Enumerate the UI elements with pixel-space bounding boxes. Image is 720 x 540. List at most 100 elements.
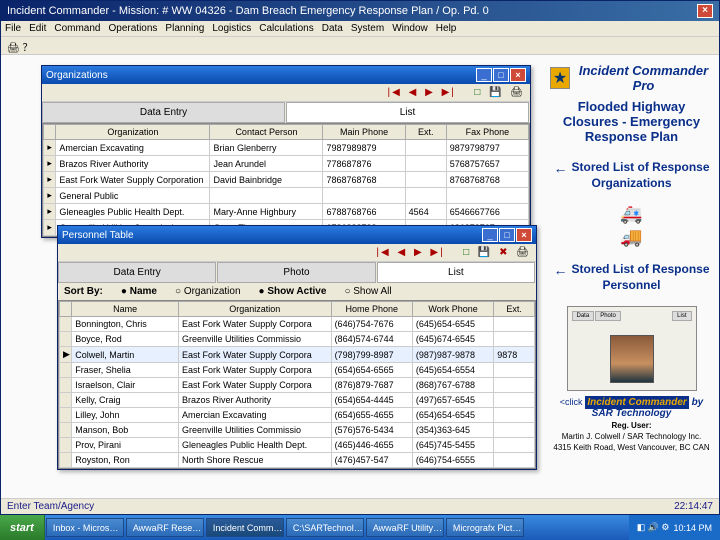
print-icon[interactable]: 🖨 (510, 87, 525, 98)
main-toolbar: 🖨 ？ (1, 37, 719, 55)
menu-operations[interactable]: Operations (109, 23, 158, 34)
maximize-icon[interactable]: □ (499, 228, 515, 242)
reg-addr: 4315 Keith Road, West Vancouver, BC CAN (550, 443, 713, 452)
status-clock: 22:14:47 (674, 501, 713, 512)
taskbar-item[interactable]: AwwaRF Utility… (366, 518, 444, 537)
footer-logo: <click Incident Commander by SAR Technol… (550, 397, 713, 419)
table-row[interactable]: Prov, PiraniGleneagles Public Health Dep… (60, 438, 535, 453)
nav-first-icon[interactable]: |◀ (376, 247, 390, 258)
table-row[interactable]: ▸Gleneagles Public Health Dept.Mary-Anne… (44, 204, 529, 220)
close-icon[interactable]: × (516, 228, 532, 242)
nav-first-icon[interactable]: |◀ (388, 87, 402, 98)
sort-org[interactable]: Organization (175, 286, 241, 297)
menu-planning[interactable]: Planning (165, 23, 204, 34)
start-button[interactable]: start (0, 515, 45, 540)
main-title: Incident Commander - Mission: # WW 04326… (7, 5, 489, 17)
minimize-icon[interactable]: _ (482, 228, 498, 242)
menubar: File Edit Command Operations Planning Lo… (1, 21, 719, 37)
nav-next-icon[interactable]: ▶ (425, 87, 435, 98)
table-row[interactable]: Manson, BobGreenville Utilities Commissi… (60, 423, 535, 438)
table-row[interactable]: ▸Amercian ExcavatingBrian Glenberry79879… (44, 140, 529, 156)
table-row[interactable]: Boyce, RodGreenville Utilities Commissio… (60, 332, 535, 347)
taskbar-item[interactable]: Micrografx Pict… (446, 518, 524, 537)
close-icon[interactable]: × (510, 68, 526, 82)
plan-title: Flooded Highway Closures - Emergency Res… (550, 99, 713, 144)
arrow-left-icon: ← (553, 262, 567, 278)
tray-clock: 10:14 PM (673, 523, 712, 533)
product-name: Incident Commander Pro (574, 63, 713, 93)
menu-window[interactable]: Window (392, 23, 428, 34)
sort-name[interactable]: Name (121, 286, 157, 297)
nav-prev-icon[interactable]: ◀ (409, 87, 419, 98)
show-all[interactable]: Show All (344, 286, 391, 297)
save-icon[interactable]: 💾 (489, 87, 503, 98)
org-toolbar: |◀ ◀ ▶ ▶| □ 💾 🖨 (42, 84, 530, 102)
photo-preview: DataPhotoList (567, 306, 697, 391)
maximize-icon[interactable]: □ (493, 68, 509, 82)
pers-titlebar[interactable]: Personnel Table _ □ × (58, 226, 536, 244)
status-left: Enter Team/Agency (7, 501, 94, 512)
person-photo (610, 335, 654, 383)
table-row[interactable]: ▸East Fork Water Supply CorporationDavid… (44, 172, 529, 188)
show-active[interactable]: Show Active (259, 286, 327, 297)
annotation-pers: ←Stored List of Response Personnel (550, 262, 713, 292)
table-row[interactable]: Royston, RonNorth Shore Rescue(476)457-5… (60, 453, 535, 468)
reg-user: Martin J. Colwell / SAR Technology Inc. (550, 432, 713, 441)
table-row[interactable]: Kelly, CraigBrazos River Authority(654)6… (60, 393, 535, 408)
status-bar: Enter Team/Agency 22:14:47 (1, 498, 719, 514)
nav-last-icon[interactable]: ▶| (442, 87, 456, 98)
menu-edit[interactable]: Edit (29, 23, 46, 34)
pers-title: Personnel Table (62, 230, 134, 241)
taskbar-item[interactable]: AwwaRF Rese… (126, 518, 204, 537)
pers-grid[interactable]: Name Organization Home Phone Work Phone … (58, 300, 536, 469)
reg-label: Reg. User: (611, 421, 651, 430)
table-row[interactable]: Fraser, SheliaEast Fork Water Supply Cor… (60, 363, 535, 378)
taskbar-item[interactable]: Inbox - Micros… (46, 518, 124, 537)
info-panel: Incident Commander Pro Flooded Highway C… (544, 55, 719, 498)
pers-tab-list[interactable]: List (377, 262, 535, 283)
menu-help[interactable]: Help (436, 23, 457, 34)
table-row[interactable]: Lilley, JohnAmercian Excavating(654)655-… (60, 408, 535, 423)
table-row[interactable]: ▸Brazos River AuthorityJean Arundel77868… (44, 156, 529, 172)
organizations-window: Organizations _ □ × |◀ ◀ ▶ ▶| □ 💾 🖨 Data… (41, 65, 531, 238)
pers-tab-entry[interactable]: Data Entry (58, 262, 216, 283)
pers-tab-photo[interactable]: Photo (217, 262, 375, 283)
taskbar-item[interactable]: C:\SARTechnol… (286, 518, 364, 537)
nav-prev-icon[interactable]: ◀ (397, 247, 407, 258)
pers-toolbar: |◀ ◀ ▶ ▶| □ 💾 ✖ 🖨 (58, 244, 536, 262)
annotation-orgs: ←Stored List of Response Organizations (550, 160, 713, 190)
ambulance-icon: 🚑 (550, 204, 713, 225)
menu-logistics[interactable]: Logistics (212, 23, 251, 34)
table-row[interactable]: ▶Colwell, MartinEast Fork Water Supply C… (60, 347, 535, 363)
nav-next-icon[interactable]: ▶ (414, 247, 424, 258)
save-icon[interactable]: 💾 (478, 247, 492, 258)
table-row[interactable]: ▸General Public (44, 188, 529, 204)
taskbar: start Inbox - Micros…AwwaRF Rese…Inciden… (0, 515, 720, 540)
minimize-icon[interactable]: _ (476, 68, 492, 82)
org-grid[interactable]: Organization Contact Person Main Phone E… (42, 123, 530, 237)
truck-icon: 🚚 (550, 227, 713, 248)
org-tab-entry[interactable]: Data Entry (42, 102, 285, 123)
menu-command[interactable]: Command (54, 23, 100, 34)
system-tray[interactable]: ◧ 🔊 ⚙ 10:14 PM (629, 515, 720, 540)
del-icon[interactable]: ✖ (499, 247, 509, 258)
sort-row: Sort By: Name Organization Show Active S… (58, 283, 536, 300)
close-icon[interactable]: × (697, 4, 713, 18)
print-icon[interactable]: 🖨 (516, 247, 531, 258)
main-window: Incident Commander - Mission: # WW 04326… (0, 0, 720, 515)
menu-data[interactable]: Data (322, 23, 343, 34)
star-icon (550, 67, 570, 89)
sort-label: Sort By: (64, 286, 103, 297)
new-icon[interactable]: □ (474, 87, 482, 98)
menu-file[interactable]: File (5, 23, 21, 34)
taskbar-item[interactable]: Incident Comm… (206, 518, 284, 537)
table-row[interactable]: Israelson, ClairEast Fork Water Supply C… (60, 378, 535, 393)
tray-icons[interactable]: ◧ 🔊 ⚙ (637, 522, 670, 533)
org-titlebar[interactable]: Organizations _ □ × (42, 66, 530, 84)
menu-calculations[interactable]: Calculations (259, 23, 313, 34)
nav-last-icon[interactable]: ▶| (430, 247, 444, 258)
table-row[interactable]: Bonnington, ChrisEast Fork Water Supply … (60, 317, 535, 332)
menu-system[interactable]: System (351, 23, 384, 34)
new-icon[interactable]: □ (463, 247, 471, 258)
org-tab-list[interactable]: List (286, 102, 529, 123)
